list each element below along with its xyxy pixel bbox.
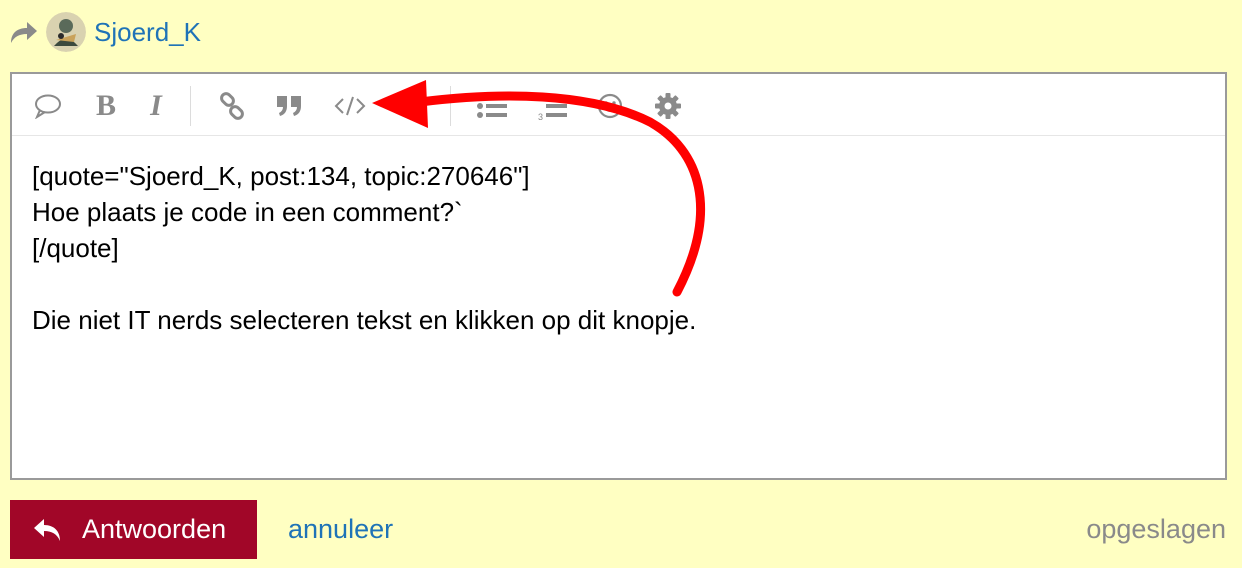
toolbar-divider xyxy=(450,86,451,126)
cancel-link[interactable]: annuleer xyxy=(288,514,393,545)
composer-editor: B I 1 3 [quote="Sjoerd_K, post:134, topi… xyxy=(10,72,1227,480)
reply-composer: Sjoerd_K B I 1 3 [quote="Sjoerd_K, post:… xyxy=(0,0,1242,568)
svg-text:3: 3 xyxy=(538,112,543,121)
reply-icon xyxy=(32,514,64,546)
gear-icon[interactable] xyxy=(648,86,688,126)
emoji-icon[interactable] xyxy=(590,86,630,126)
code-icon[interactable] xyxy=(330,86,370,126)
bold-button[interactable]: B xyxy=(86,86,126,126)
bullet-list-icon[interactable] xyxy=(472,86,512,126)
share-arrow-icon xyxy=(8,16,40,48)
avatar[interactable] xyxy=(46,12,86,52)
toolbar-divider xyxy=(190,86,191,126)
blockquote-icon[interactable] xyxy=(270,86,310,126)
quote-bubble-icon[interactable] xyxy=(28,86,68,126)
reply-username[interactable]: Sjoerd_K xyxy=(94,17,201,48)
composer-textarea[interactable]: [quote="Sjoerd_K, post:134, topic:270646… xyxy=(32,158,1202,458)
draft-saved-status: opgeslagen xyxy=(1086,514,1226,544)
editor-toolbar: B I 1 3 xyxy=(12,74,1225,136)
svg-text:1: 1 xyxy=(538,92,543,102)
reply-header: Sjoerd_K xyxy=(8,10,201,54)
link-icon[interactable] xyxy=(212,86,252,126)
reply-submit-button[interactable]: Antwoorden xyxy=(10,500,257,559)
numbered-list-icon[interactable]: 1 3 xyxy=(532,86,572,126)
submit-label: Antwoorden xyxy=(82,514,227,544)
italic-button[interactable]: I xyxy=(136,86,176,126)
